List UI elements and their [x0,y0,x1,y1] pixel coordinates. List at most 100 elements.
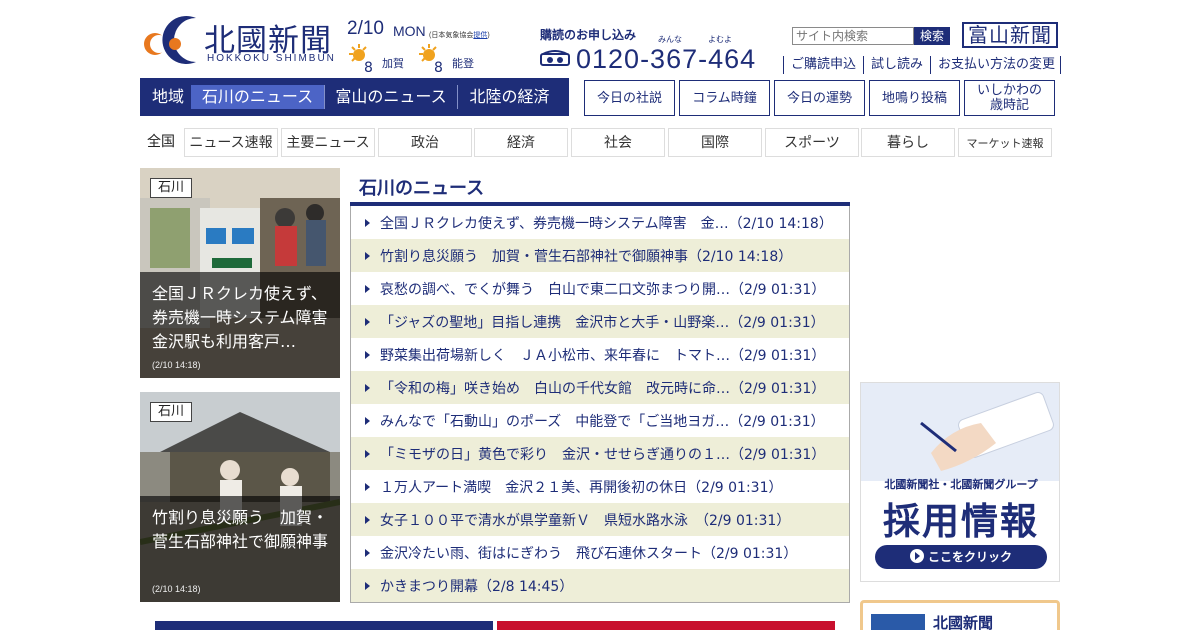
photo-card[interactable]: 石川 全国ＪＲクレカ使えず、券売機一時システム障害 金沢駅も利用客戸… (2/1… [140,168,340,378]
recruit-banner[interactable]: 北國新聞社・北國新聞グループ 採用情報 ここをクリック [860,382,1060,582]
category-international[interactable]: 国際 [668,128,762,157]
logo-text-en: HOKKOKU SHIMBUN [207,53,336,64]
region-nav-label: 地域 [151,87,184,106]
list-item[interactable]: 全国ＪＲクレカ使えず、券売機一時システム障害 金…（2/10 14:18） [351,206,849,239]
news-link[interactable]: 「令和の梅」咲き始め 白山の千代女館 改元時に命…（2/9 01:31） [380,378,825,398]
category-top[interactable]: 主要ニュース [281,128,375,157]
app-name: 北國新聞 [933,614,994,630]
bottom-banner-ad[interactable] [497,621,835,630]
weather-credit-link[interactable]: 提供 [473,32,487,39]
category-politics[interactable]: 政治 [378,128,472,157]
photo-date: (2/10 14:18) [152,584,201,594]
list-item[interactable]: みんなで「石動山」のポーズ 中能登で「ご当地ヨガ…（2/9 01:31） [351,404,849,437]
bullet-arrow-icon [365,581,370,590]
bullet-arrow-icon [365,416,370,425]
list-item[interactable]: 野菜集出荷場新しく ＪＡ小松市、来年春に トマト…（2/9 01:31） [351,338,849,371]
bullet-arrow-icon [365,284,370,293]
bottom-banner-ad[interactable] [155,621,493,630]
list-item[interactable]: かきまつり開幕（2/8 14:45） [351,569,849,602]
editorial-button[interactable]: 今日の社説 [584,80,675,116]
news-list: 全国ＪＲクレカ使えず、券売機一時システム障害 金…（2/10 14:18） 竹割… [350,206,850,603]
region-nav: 地域 石川のニュース 富山のニュース 北陸の経済 [140,78,569,116]
toyama-shimbun-button[interactable]: 富山新聞 [962,22,1058,48]
news-link[interactable]: １万人アート満喫 金沢２１美、再開後初の休日（2/9 01:31） [380,477,783,497]
photo-title[interactable]: 全国ＪＲクレカ使えず、券売機一時システム障害 金沢駅も利用客戸… [152,282,328,354]
site-logo[interactable]: 北國新聞 HOKKOKU SHIMBUN [140,15,340,67]
svg-text:8: 8 [434,60,443,74]
bullet-arrow-icon [365,515,370,524]
photo-region-badge: 石川 [150,402,192,422]
tab-toyama-news[interactable]: 富山のニュース [325,85,457,109]
category-economy[interactable]: 経済 [474,128,568,157]
svg-text:8: 8 [364,60,373,74]
bullet-arrow-icon [365,317,370,326]
category-sports[interactable]: スポーツ [765,128,859,157]
category-society[interactable]: 社会 [571,128,665,157]
list-item[interactable]: 哀愁の調べ、でくが舞う 白山で東二口文弥まつり開…（2/9 01:31） [351,272,849,305]
news-section-title: 石川のニュース [359,178,485,199]
recruit-title: 採用情報 [883,500,1039,543]
subscription-title: 購読のお申し込み [540,28,637,42]
search-button[interactable]: 検索 [914,27,950,45]
list-item[interactable]: 「ジャズの聖地」目指し連携 金沢市と大手・山野楽…（2/9 01:31） [351,305,849,338]
news-link[interactable]: 竹割り息災願う 加賀・菅生石部神社で御願神事（2/10 14:18） [380,246,792,266]
ishikawa-calendar-button[interactable]: いしかわの 歳時記 [964,80,1055,116]
link-subscribe[interactable]: ご購読申込 [783,56,863,74]
weather-widget: 2/10 MON (日本気象協会提供) 8 加賀 8 能登 [347,18,507,76]
news-link[interactable]: みんなで「石動山」のポーズ 中能登で「ご当地ヨガ…（2/9 01:31） [380,411,825,431]
news-link[interactable]: 哀愁の調べ、でくが舞う 白山で東二口文弥まつり開…（2/9 01:31） [380,279,825,299]
column-jisho-button[interactable]: コラム時鐘 [679,80,770,116]
photo-region-badge: 石川 [150,178,192,198]
logo-mark-icon [144,16,196,64]
category-zenkoku[interactable]: 全国 [140,128,182,157]
category-lifestyle[interactable]: 暮らし [861,128,955,157]
list-item[interactable]: 「ミモザの日」黄色で彩り 金沢・せせらぎ通りの１…（2/9 01:31） [351,437,849,470]
list-item[interactable]: 「令和の梅」咲き始め 白山の千代女館 改元時に命…（2/9 01:31） [351,371,849,404]
list-item[interactable]: 女子１００平で清水が県学童新Ｖ 県短水路水泳 （2/9 01:31） [351,503,849,536]
subscription-box[interactable]: 購読のお申し込み みんな よむよ 0120-367-464 [540,24,780,80]
photo-date: (2/10 14:18) [152,360,201,370]
free-dial-icon [540,50,570,66]
category-breaking[interactable]: ニュース速報 [184,128,278,157]
news-link[interactable]: 金沢冷たい雨、街はにぎわう 飛び石連休スタート（2/9 01:31） [380,543,797,563]
bullet-arrow-icon [365,383,370,392]
play-arrow-icon [909,549,924,563]
horoscope-button[interactable]: 今日の運勢 [774,80,865,116]
hand-writing-illustration [861,383,1059,481]
list-item[interactable]: 竹割り息災願う 加賀・菅生石部神社で御願神事（2/10 14:18） [351,239,849,272]
bullet-arrow-icon [365,482,370,491]
sun-cloud-icon: 8 [349,44,373,74]
search-input[interactable] [792,27,914,45]
tab-ishikawa-news[interactable]: 石川のニュース [191,85,324,109]
category-market[interactable]: マーケット速報 [958,128,1052,157]
news-link[interactable]: 「ミモザの日」黄色で彩り 金沢・せせらぎ通りの１…（2/9 01:31） [380,444,825,464]
news-link[interactable]: かきまつり開幕（2/8 14:45） [380,576,573,596]
list-item[interactable]: １万人アート満喫 金沢２１美、再開後初の休日（2/9 01:31） [351,470,849,503]
bullet-arrow-icon [365,251,370,260]
news-section-header: 石川のニュース [350,168,850,206]
weather-area-noto: 能登 [452,57,474,70]
photo-caption: 竹割り息災願う 加賀・菅生石部神社で御願神事 (2/10 14:18) [140,496,340,602]
list-item[interactable]: 金沢冷たい雨、街はにぎわう 飛び石連休スタート（2/9 01:31） [351,536,849,569]
tab-hokuriku-economy[interactable]: 北陸の経済 [458,85,561,109]
link-payment-change[interactable]: お支払い方法の変更 [930,56,1062,74]
news-link[interactable]: 女子１００平で清水が県学童新Ｖ 県短水路水泳 （2/9 01:31） [380,510,790,530]
photo-caption: 全国ＪＲクレカ使えず、券売機一時システム障害 金沢駅も利用客戸… (2/10 1… [140,272,340,378]
news-link[interactable]: 「ジャズの聖地」目指し連携 金沢市と大手・山野楽…（2/9 01:31） [380,312,825,332]
photo-title[interactable]: 竹割り息災願う 加賀・菅生石部神社で御願神事 [152,506,328,578]
bullet-arrow-icon [365,350,370,359]
weather-area-kaga: 加賀 [382,57,404,70]
app-thumbnail [871,614,925,630]
recruit-click-button[interactable]: ここをクリック [875,545,1047,569]
news-link[interactable]: 野菜集出荷場新しく ＪＡ小松市、来年春に トマト…（2/9 01:31） [380,345,825,365]
photo-card[interactable]: 石川 竹割り息災願う 加賀・菅生石部神社で御願神事 (2/10 14:18) [140,392,340,602]
news-link[interactable]: 全国ＪＲクレカ使えず、券売機一時システム障害 金…（2/10 14:18） [380,213,833,233]
bullet-arrow-icon [365,449,370,458]
reader-post-button[interactable]: 地鳴り投稿 [869,80,960,116]
link-trial[interactable]: 試し読み [863,56,930,74]
recruit-banner-image [861,383,1059,481]
app-promo-card[interactable]: 北國新聞 [860,600,1060,630]
bullet-arrow-icon [365,548,370,557]
subscription-phone[interactable]: 0120-367-464 [576,44,756,75]
weather-credit: (日本気象協会提供) [429,32,490,39]
